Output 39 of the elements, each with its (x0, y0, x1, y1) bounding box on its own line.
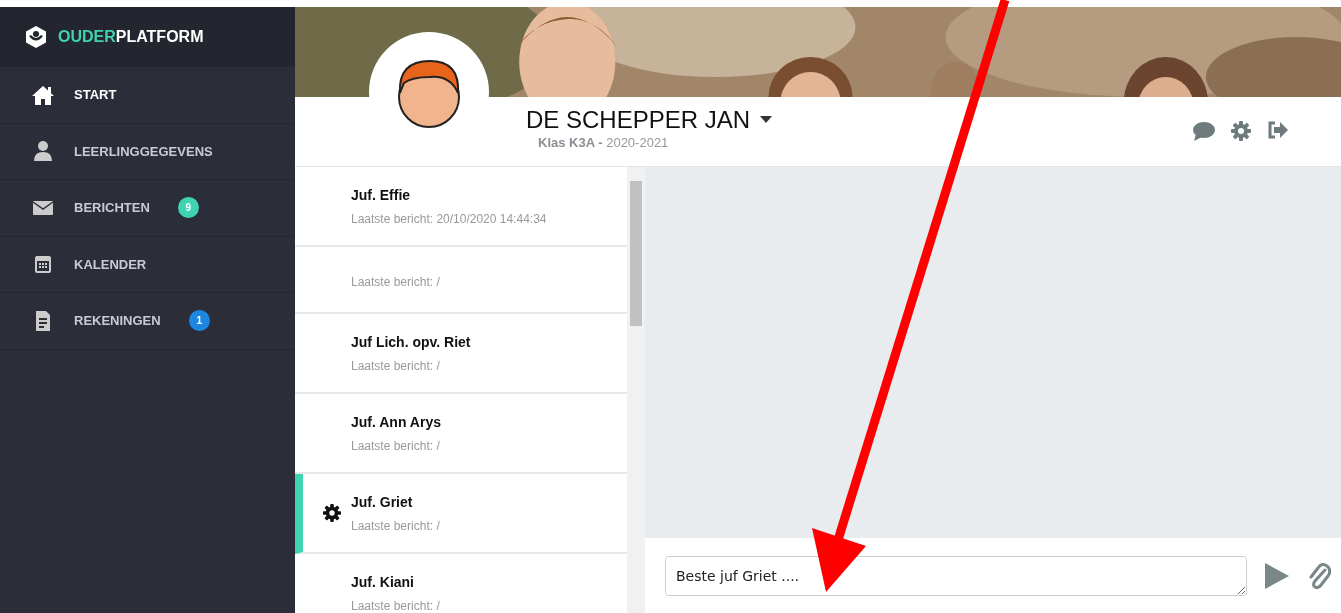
last-message-info: Laatste bericht: / (351, 517, 440, 535)
sidebar-label: REKENINGEN (74, 312, 161, 330)
contact-name: Juf. Griet (351, 492, 414, 512)
logo-icon (24, 25, 48, 49)
settings-icon (323, 504, 341, 522)
logout-icon[interactable] (1267, 121, 1289, 139)
contact-name: Juf. Ann Arys (351, 412, 441, 432)
last-message-info: Laatste bericht: / (351, 437, 441, 455)
paperclip-icon[interactable] (1307, 561, 1331, 590)
sidebar-label: BERICHTEN (74, 199, 150, 217)
count-badge: 9 (177, 197, 199, 219)
sidebar-label: START (74, 86, 117, 104)
contact-name: Juf. Effie (351, 185, 412, 205)
chat-icon[interactable] (1193, 121, 1215, 141)
student-name: DE SCHEPPER JAN (526, 107, 751, 134)
message-field[interactable]: Beste juf Griet .... (665, 555, 1247, 596)
sidebar-item[interactable]: LEERLINGGEGEVENS (0, 123, 295, 180)
last-message-info: Laatste bericht: 20/10/2020 14:44:34 (351, 210, 547, 228)
caret-icon[interactable] (760, 116, 773, 125)
contact-name: Juf Lich. opv. Riet (351, 332, 471, 352)
calendar-icon (32, 253, 54, 276)
sidebar-item[interactable]: START (0, 67, 295, 124)
last-message-info: Laatste bericht: / (351, 597, 440, 613)
send-icon[interactable] (1265, 562, 1289, 589)
last-message-info: Laatste bericht: / (351, 273, 440, 291)
count-badge: 1 (188, 310, 210, 332)
class-info: Klas K3A - 2020-2021 (538, 134, 670, 153)
brand-name: OUDERPLATFORM (58, 27, 204, 47)
last-message-info: Laatste bericht: / (351, 357, 441, 375)
contact-name: Juf. Kiani (351, 572, 415, 592)
user-icon (32, 140, 54, 163)
home-icon (32, 83, 54, 106)
sidebar-item[interactable]: BERICHTEN 9 (0, 180, 295, 237)
scrollbar[interactable] (627, 167, 645, 613)
sidebar-label: KALENDER (74, 255, 147, 274)
sidebar-item[interactable]: KALENDER (0, 236, 295, 293)
sidebar-label: LEERLINGGEGEVENS (74, 142, 213, 161)
settings-icon[interactable] (1231, 121, 1251, 141)
sidebar-item[interactable]: REKENINGEN 1 (0, 293, 295, 350)
